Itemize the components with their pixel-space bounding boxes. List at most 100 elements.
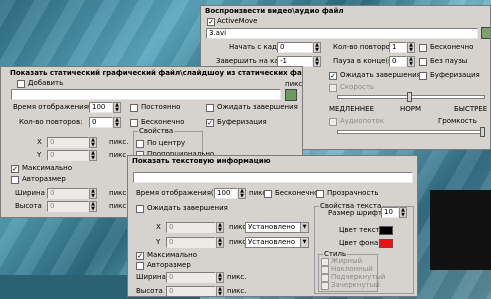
- active-move-checkbox[interactable]: ✓: [207, 18, 215, 26]
- text-auto-label: Авторазмер: [147, 261, 191, 269]
- bg-color-label: Цвет фона:: [339, 239, 381, 247]
- text-height-px: пикс.: [227, 287, 247, 295]
- speed-slow-label: МЕДЛЕННЕЕ: [329, 105, 374, 113]
- bg-color-swatch[interactable]: [379, 239, 393, 248]
- start-frame-input[interactable]: 0: [277, 42, 313, 53]
- italic-checkbox[interactable]: [321, 266, 329, 274]
- image-height-spinner[interactable]: ▲ ▼: [89, 201, 97, 212]
- image-auto-label: Авторазмер: [22, 175, 66, 183]
- speed-fast-label: БЫСТРЕЕ: [454, 105, 488, 113]
- text-y-label: Y: [156, 238, 161, 246]
- image-browse-icon[interactable]: [285, 89, 297, 101]
- speed-label: Скорость: [340, 83, 375, 91]
- text-y-spinner[interactable]: ▲ ▼: [216, 237, 224, 248]
- constant-checkbox[interactable]: [130, 104, 138, 112]
- transparent-label: Прозрачность: [327, 189, 379, 197]
- image-auto-checkbox[interactable]: [11, 176, 19, 184]
- image-width-spinner[interactable]: ▲ ▼: [89, 188, 97, 199]
- image-time-input[interactable]: 100: [89, 102, 113, 113]
- pause-spinner[interactable]: ▲ ▼: [407, 56, 415, 67]
- sound-checkbox[interactable]: [329, 118, 337, 126]
- text-auto-checkbox[interactable]: [136, 262, 144, 270]
- text-x-spinner[interactable]: ▲ ▼: [216, 222, 224, 233]
- image-y-input[interactable]: 0: [47, 150, 89, 161]
- image-repeats-spinner[interactable]: ▲ ▼: [113, 117, 121, 128]
- no-pause-checkbox[interactable]: [419, 58, 427, 66]
- text-width-input[interactable]: 0: [166, 272, 216, 283]
- font-size-spinner[interactable]: ▲ ▼: [399, 207, 407, 218]
- video-panel-title: Воспроизвести видео\аудио файл: [205, 7, 344, 15]
- text-width-label: Ширина: [136, 273, 166, 281]
- add-image-checkbox[interactable]: [17, 80, 25, 88]
- pause-input[interactable]: 0: [389, 56, 407, 67]
- active-move-label: ActiveMove: [217, 17, 258, 25]
- video-infinite-checkbox[interactable]: [419, 44, 427, 52]
- image-time-spinner[interactable]: ▲ ▼: [113, 102, 121, 113]
- image-height-label: Высота: [15, 202, 42, 210]
- image-infinite-checkbox[interactable]: [130, 119, 138, 127]
- video-wait-checkbox[interactable]: ✓: [329, 72, 337, 80]
- video-repeats-input[interactable]: 1: [389, 42, 407, 53]
- video-buffer-checkbox[interactable]: [419, 72, 427, 80]
- text-time-input[interactable]: 100: [214, 188, 238, 199]
- image-buffer-label: Буферизация: [217, 118, 267, 126]
- text-height-input[interactable]: 0: [166, 286, 216, 296]
- speed-slider-thumb[interactable]: [407, 92, 412, 102]
- video-file-input[interactable]: 3.avi: [206, 28, 478, 39]
- image-px-label: пикс.: [285, 80, 303, 88]
- image-max-label: Максимально: [22, 164, 72, 172]
- browse-file-icon[interactable]: [481, 27, 490, 39]
- start-frame-spinner[interactable]: ▲ ▼: [313, 42, 321, 53]
- text-content-input[interactable]: [133, 172, 413, 183]
- image-x-spinner[interactable]: ▲ ▼: [89, 137, 97, 148]
- speed-checkbox[interactable]: [329, 84, 337, 92]
- image-width-input[interactable]: 0: [47, 188, 89, 199]
- text-max-checkbox[interactable]: ✓: [136, 252, 144, 260]
- underline-checkbox[interactable]: [321, 274, 329, 282]
- text-y-mode-select[interactable]: Установлено ▼: [245, 237, 309, 248]
- center-checkbox[interactable]: [136, 140, 144, 148]
- add-image-label: Добавить: [28, 79, 64, 87]
- text-width-spinner[interactable]: ▲ ▼: [216, 272, 224, 283]
- text-x-input[interactable]: 0: [166, 222, 216, 233]
- image-y-spinner[interactable]: ▲ ▼: [89, 150, 97, 161]
- font-size-label: Размер шрифта: [328, 209, 387, 217]
- image-height-input[interactable]: 0: [47, 201, 89, 212]
- video-repeats-spinner[interactable]: ▲ ▼: [407, 42, 415, 53]
- video-infinite-label: Бесконечно: [430, 43, 474, 51]
- constant-label: Постоянно: [141, 103, 181, 111]
- speed-normal-label: НОРМ: [400, 105, 422, 113]
- image-buffer-checkbox[interactable]: ✓: [206, 119, 214, 127]
- background-dark-patch: [430, 190, 491, 270]
- image-max-checkbox[interactable]: ✓: [11, 165, 19, 173]
- font-size-input[interactable]: 10: [381, 207, 399, 218]
- image-panel-title: Показать статический графический файл\сл…: [10, 69, 303, 77]
- transparent-checkbox[interactable]: [316, 190, 324, 198]
- image-x-input[interactable]: 0: [47, 137, 89, 148]
- image-wait-checkbox[interactable]: [206, 104, 214, 112]
- text-y-input[interactable]: 0: [166, 237, 216, 248]
- image-height-px: пикс.: [109, 202, 129, 210]
- volume-slider-thumb[interactable]: [480, 127, 485, 137]
- text-height-spinner[interactable]: ▲ ▼: [216, 286, 224, 296]
- sound-label: Аудиопоток: [340, 117, 385, 125]
- image-y-px: пикс.: [109, 151, 129, 159]
- image-repeats-input[interactable]: 0: [89, 117, 113, 128]
- text-width-px: пикс.: [227, 273, 247, 281]
- image-x-px: пикс.: [109, 138, 129, 146]
- image-properties-label: Свойства: [138, 127, 175, 135]
- text-wait-checkbox[interactable]: [136, 205, 144, 213]
- end-frame-spinner[interactable]: ▲ ▼: [313, 56, 321, 67]
- text-infinite-checkbox[interactable]: [264, 190, 272, 198]
- text-height-label: Высота: [136, 287, 163, 295]
- strike-checkbox[interactable]: [321, 282, 329, 290]
- text-time-spinner[interactable]: ▲ ▼: [238, 188, 246, 199]
- image-wait-label: Ожидать завершения: [217, 103, 298, 111]
- image-files-list[interactable]: [11, 89, 281, 100]
- text-color-swatch[interactable]: [379, 226, 393, 235]
- text-x-mode-select[interactable]: Установлено ▼: [245, 222, 309, 233]
- bold-checkbox[interactable]: [321, 258, 329, 266]
- volume-track[interactable]: [337, 130, 485, 134]
- text-infinite-label: Бесконечно: [275, 189, 319, 197]
- center-label: По центру: [147, 139, 186, 147]
